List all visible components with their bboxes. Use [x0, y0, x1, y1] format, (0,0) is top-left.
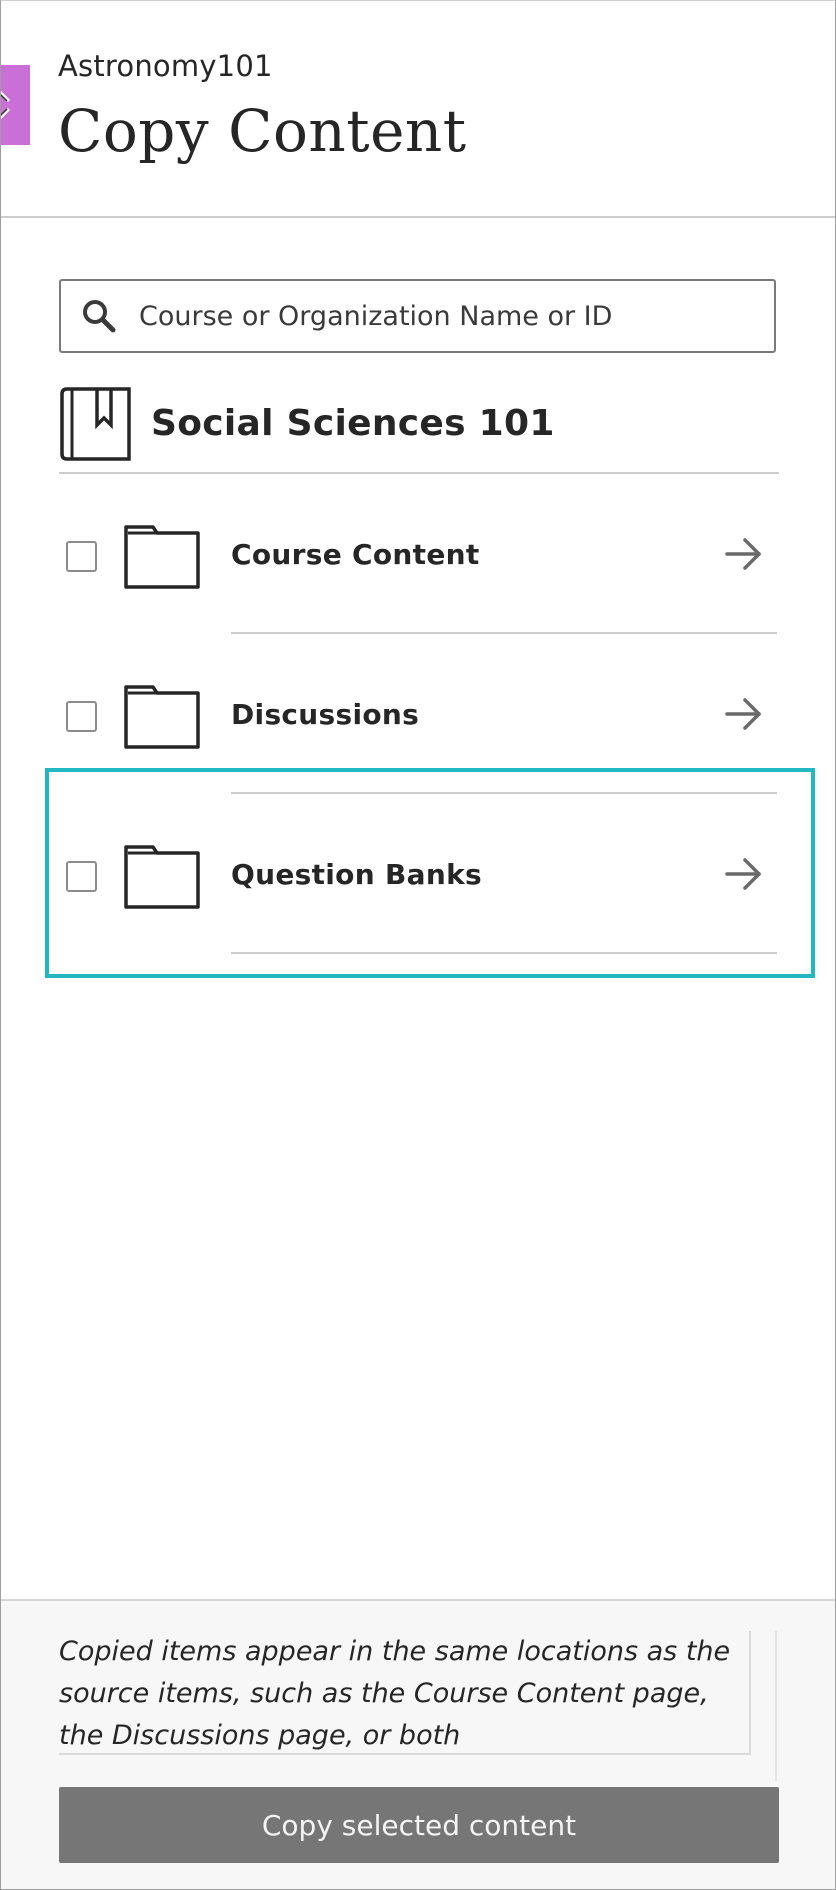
note-scrollbar — [775, 1631, 777, 1781]
folder-icon — [124, 845, 200, 909]
course-name: Astronomy101 — [58, 49, 273, 83]
select-checkbox[interactable] — [66, 701, 97, 732]
book-icon — [60, 387, 131, 461]
row-divider — [231, 632, 777, 634]
course-heading-divider — [59, 472, 779, 474]
select-checkbox[interactable] — [66, 861, 97, 892]
row-label: Discussions — [231, 698, 420, 731]
content-row-question-banks[interactable]: Question Banks — [59, 798, 779, 948]
close-panel-button[interactable] — [1, 65, 30, 145]
copy-selected-content-button[interactable]: Copy selected content — [59, 1787, 779, 1863]
search-input[interactable] — [139, 291, 749, 341]
arrow-right-icon[interactable] — [725, 536, 763, 572]
copy-content-panel: Astronomy101 Copy Content Social Science… — [0, 0, 836, 1890]
search-icon — [83, 300, 116, 333]
close-icon — [1, 90, 11, 120]
arrow-right-icon[interactable] — [725, 856, 763, 892]
row-label: Question Banks — [231, 858, 482, 891]
arrow-right-icon[interactable] — [725, 696, 763, 732]
folder-icon — [124, 685, 200, 749]
folder-icon — [124, 525, 200, 589]
header-divider — [1, 216, 835, 218]
source-course-name: Social Sciences 101 — [151, 403, 555, 444]
select-checkbox[interactable] — [66, 541, 97, 572]
row-label: Course Content — [231, 538, 480, 571]
source-course-heading: Social Sciences 101 — [59, 385, 779, 475]
content-row-course-content[interactable]: Course Content — [59, 478, 779, 628]
content-row-discussions[interactable]: Discussions — [59, 638, 779, 788]
row-divider — [231, 952, 777, 954]
copy-info-note: Copied items appear in the same location… — [59, 1631, 751, 1755]
page-title: Copy Content — [58, 97, 467, 165]
row-divider — [231, 792, 777, 794]
footer-panel: Copied items appear in the same location… — [1, 1599, 835, 1889]
search-box[interactable] — [59, 279, 776, 353]
